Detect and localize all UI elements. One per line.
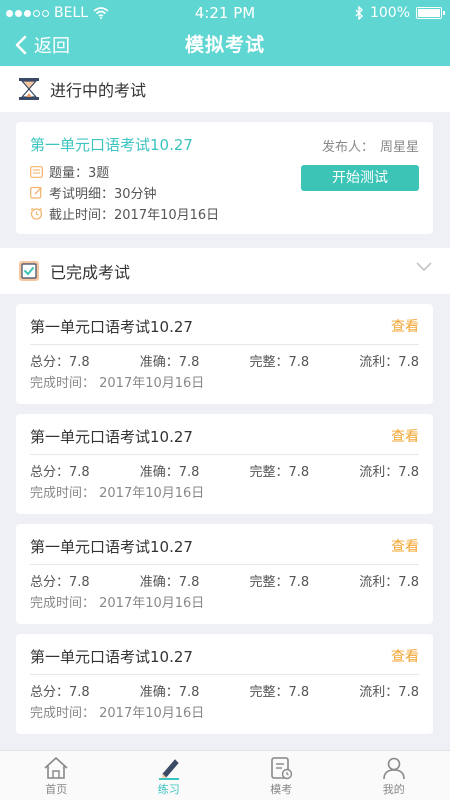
page-title: 模拟考试 bbox=[184, 34, 265, 56]
status-right: 100% bbox=[355, 5, 445, 21]
total-score: 总分：7.8 bbox=[30, 355, 90, 370]
finish-time: 完成时间： 2017年10月16日 bbox=[30, 486, 205, 501]
view-link[interactable]: 查看 bbox=[391, 426, 419, 446]
score-row: 总分：7.8 准确：7.8 完整：7.8 流利：7.8 bbox=[30, 571, 419, 590]
user-icon bbox=[382, 757, 405, 780]
view-link[interactable]: 查看 bbox=[391, 536, 419, 556]
accuracy-score: 准确：7.8 bbox=[139, 575, 200, 590]
score-row: 总分：7.8 准确：7.8 完整：7.8 流利：7.8 bbox=[30, 351, 419, 370]
finish-time: 完成时间： 2017年10月16日 bbox=[30, 596, 205, 611]
bluetooth-icon bbox=[355, 6, 363, 20]
hourglass-icon bbox=[19, 78, 39, 100]
details-row: 考试明细：30分钟 bbox=[30, 183, 157, 202]
list-icon bbox=[30, 165, 43, 178]
completeness-score: 完整：7.8 bbox=[249, 685, 310, 700]
fluency-score: 流利：7.8 bbox=[359, 575, 419, 590]
edit-icon bbox=[30, 186, 42, 199]
accuracy-score: 准确：7.8 bbox=[139, 465, 200, 480]
finish-time: 完成时间： 2017年10月16日 bbox=[30, 706, 205, 721]
tab-mock-exam[interactable]: 模考 bbox=[225, 751, 338, 800]
accuracy-score: 准确：7.8 bbox=[139, 685, 200, 700]
clipboard-check-icon bbox=[19, 261, 39, 281]
ongoing-section-title: 进行中的考试 bbox=[50, 81, 147, 100]
home-icon bbox=[44, 757, 68, 779]
question-count: 题量：3题 bbox=[49, 166, 110, 181]
score-row: 总分：7.8 准确：7.8 完整：7.8 流利：7.8 bbox=[30, 461, 419, 480]
completeness-score: 完整：7.8 bbox=[249, 355, 310, 370]
publisher-label: 发布人： bbox=[321, 140, 374, 155]
pencil-icon bbox=[158, 759, 179, 780]
total-score: 总分：7.8 bbox=[30, 685, 90, 700]
completeness-score: 完整：7.8 bbox=[249, 465, 310, 480]
completed-section-title: 已完成考试 bbox=[50, 263, 131, 282]
start-test-button[interactable]: 开始测试 bbox=[301, 165, 419, 191]
ongoing-exam-card: 第一单元口语考试10.27 发布人： 周星星 题量：3题 考试明细：30分钟 截… bbox=[16, 122, 433, 234]
question-count-row: 题量：3题 bbox=[30, 162, 109, 181]
divider bbox=[30, 564, 419, 565]
total-score: 总分：7.8 bbox=[30, 575, 90, 590]
publisher: 发布人： 周星星 bbox=[322, 136, 419, 155]
deadline: 截止时间：2017年10月16日 bbox=[49, 208, 220, 223]
completed-exam-card: 第一单元口语考试10.27 查看 总分：7.8 准确：7.8 完整：7.8 流利… bbox=[16, 414, 433, 514]
divider bbox=[30, 674, 419, 675]
nav-bar: 返回 模拟考试 bbox=[0, 26, 450, 66]
divider bbox=[30, 344, 419, 345]
divider bbox=[30, 454, 419, 455]
tab-label: 练习 bbox=[157, 783, 180, 796]
completed-exam-card: 第一单元口语考试10.27 查看 总分：7.8 准确：7.8 完整：7.8 流利… bbox=[16, 524, 433, 624]
publisher-name: 周星星 bbox=[379, 140, 419, 155]
completed-exam-title: 第一单元口语考试10.27 bbox=[30, 538, 193, 556]
exam-icon bbox=[271, 757, 293, 780]
exam-details: 考试明细：30分钟 bbox=[49, 187, 157, 202]
completed-section-header[interactable]: 已完成考试 bbox=[0, 248, 450, 294]
view-link[interactable]: 查看 bbox=[391, 646, 419, 666]
view-link[interactable]: 查看 bbox=[391, 316, 419, 336]
finish-time: 完成时间： 2017年10月16日 bbox=[30, 376, 205, 391]
battery-icon bbox=[416, 7, 445, 19]
fluency-score: 流利：7.8 bbox=[359, 465, 419, 480]
tab-label: 模考 bbox=[270, 783, 293, 796]
completeness-score: 完整：7.8 bbox=[249, 575, 310, 590]
battery-label: 100% bbox=[369, 5, 410, 21]
accuracy-score: 准确：7.8 bbox=[139, 355, 200, 370]
fluency-score: 流利：7.8 bbox=[359, 355, 419, 370]
tab-label: 我的 bbox=[382, 783, 405, 796]
completed-exam-card: 第一单元口语考试10.27 查看 总分：7.8 准确：7.8 完整：7.8 流利… bbox=[16, 304, 433, 404]
deadline-row: 截止时间：2017年10月16日 bbox=[30, 204, 219, 223]
tab-home[interactable]: 首页 bbox=[0, 751, 113, 800]
completed-exam-title: 第一单元口语考试10.27 bbox=[30, 648, 193, 666]
completed-exam-title: 第一单元口语考试10.27 bbox=[30, 318, 193, 336]
tab-mine[interactable]: 我的 bbox=[338, 751, 450, 800]
tab-label: 首页 bbox=[45, 783, 68, 796]
chevron-down-icon[interactable] bbox=[416, 262, 432, 272]
ongoing-exam-title: 第一单元口语考试10.27 bbox=[30, 136, 193, 154]
fluency-score: 流利：7.8 bbox=[359, 685, 419, 700]
total-score: 总分：7.8 bbox=[30, 465, 90, 480]
ongoing-section-header: 进行中的考试 bbox=[0, 66, 450, 112]
tab-practice[interactable]: 练习 bbox=[113, 751, 226, 800]
completed-exam-card: 第一单元口语考试10.27 查看 总分：7.8 准确：7.8 完整：7.8 流利… bbox=[16, 634, 433, 734]
tab-bar: 首页 练习 模考 我的 bbox=[0, 750, 450, 800]
completed-exam-title: 第一单元口语考试10.27 bbox=[30, 428, 193, 446]
score-row: 总分：7.8 准确：7.8 完整：7.8 流利：7.8 bbox=[30, 681, 419, 700]
alarm-clock-icon bbox=[30, 207, 43, 220]
status-bar: BELL 4:21 PM 100% bbox=[0, 0, 450, 26]
